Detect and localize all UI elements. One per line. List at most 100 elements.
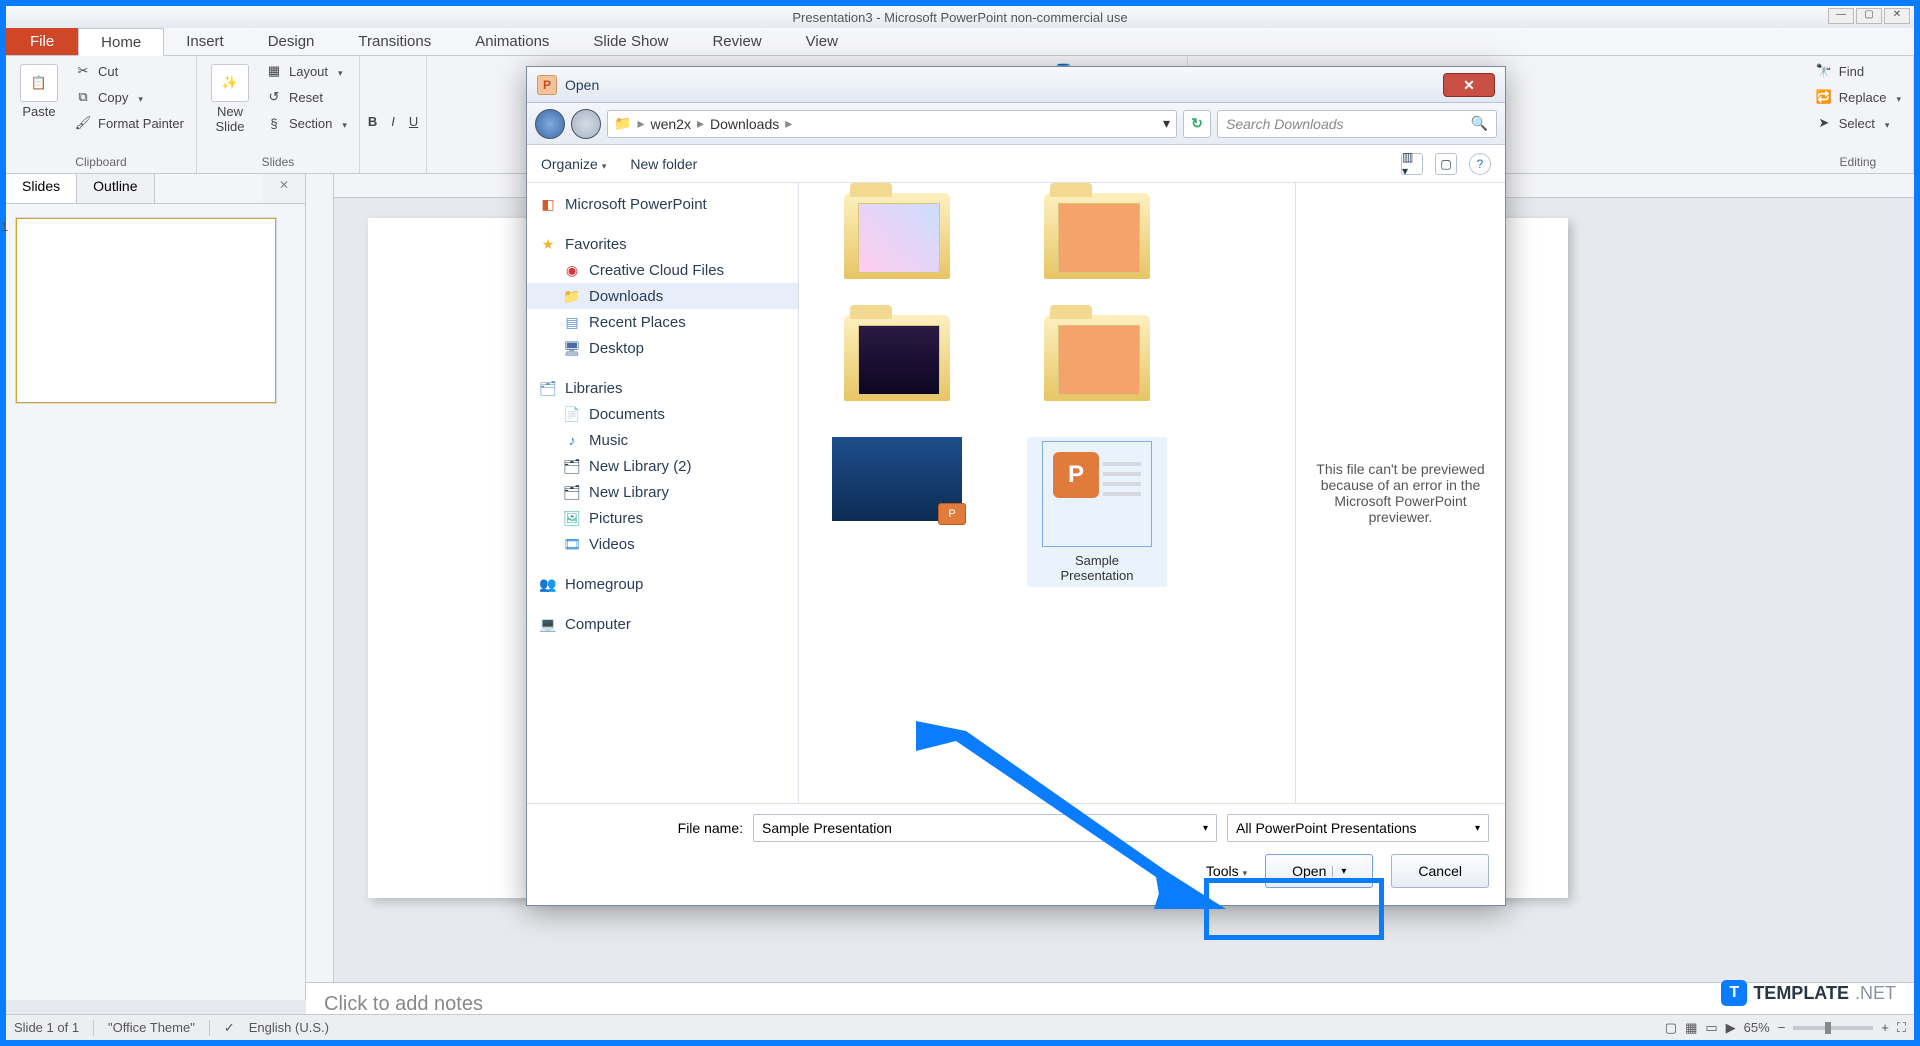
nav-forward-button[interactable] xyxy=(571,109,601,139)
breadcrumb-dropdown[interactable]: ▾ xyxy=(1163,115,1170,132)
window-minimize-button[interactable]: — xyxy=(1828,8,1854,24)
new-folder-button[interactable]: New folder xyxy=(630,156,697,172)
dialog-title: Open xyxy=(565,77,599,93)
cancel-button[interactable]: Cancel xyxy=(1391,854,1489,888)
cut-button[interactable]: ✂Cut xyxy=(70,60,188,82)
organize-button[interactable]: Organize xyxy=(541,156,606,172)
tree-desktop[interactable]: 🖥Desktop xyxy=(527,335,798,361)
scissors-icon: ✂ xyxy=(74,62,92,80)
section-label: Section xyxy=(289,116,332,131)
tree-favorites[interactable]: ★Favorites xyxy=(527,231,798,257)
folder-icon: 📁 xyxy=(563,287,581,305)
file-type-filter[interactable]: All PowerPoint Presentations ▾ xyxy=(1227,814,1489,842)
bold-button[interactable]: B xyxy=(368,114,377,129)
dialog-close-button[interactable]: ✕ xyxy=(1443,73,1495,97)
tree-new-library[interactable]: 🗂New Library xyxy=(527,479,798,505)
tab-animations[interactable]: Animations xyxy=(453,28,571,55)
tree-videos[interactable]: 🎞Videos xyxy=(527,531,798,557)
tab-slide-show[interactable]: Slide Show xyxy=(571,28,690,55)
outline-tab[interactable]: Outline xyxy=(77,174,154,203)
folder-item-1[interactable] xyxy=(827,193,967,279)
breadcrumb-seg-user[interactable]: wen2x xyxy=(650,116,690,132)
tree-pictures[interactable]: 🖼Pictures xyxy=(527,505,798,531)
select-button[interactable]: ➤Select xyxy=(1811,112,1905,134)
nav-back-button[interactable] xyxy=(535,109,565,139)
view-slideshow-icon[interactable]: ▶ xyxy=(1726,1020,1736,1036)
filename-value: Sample Presentation xyxy=(762,820,892,836)
view-normal-icon[interactable]: ▢ xyxy=(1665,1020,1677,1036)
window-maximize-button[interactable]: ▢ xyxy=(1856,8,1882,24)
tab-home[interactable]: Home xyxy=(78,28,164,56)
file-tab[interactable]: File xyxy=(6,28,78,55)
tab-design[interactable]: Design xyxy=(246,28,337,55)
status-language[interactable]: English (U.S.) xyxy=(249,1020,329,1035)
tree-pictures-label: Pictures xyxy=(589,510,643,527)
view-reading-icon[interactable]: ▭ xyxy=(1705,1020,1717,1036)
tree-ms-powerpoint[interactable]: ◧Microsoft PowerPoint xyxy=(527,191,798,217)
format-painter-button[interactable]: 🖌Format Painter xyxy=(70,112,188,134)
open-button[interactable]: Open ▾ xyxy=(1265,854,1373,888)
zoom-slider[interactable] xyxy=(1793,1026,1873,1030)
tree-homegroup[interactable]: 👥Homegroup xyxy=(527,571,798,597)
view-mode-button[interactable]: ▥ ▾ xyxy=(1401,153,1423,175)
folder-item-3[interactable] xyxy=(827,315,967,401)
ribbon-tabs: File Home Insert Design Transitions Anim… xyxy=(6,28,1914,56)
help-icon[interactable]: ? xyxy=(1469,153,1491,175)
spellcheck-icon[interactable]: ✓ xyxy=(224,1020,235,1036)
refresh-button[interactable]: ↻ xyxy=(1183,110,1211,138)
fit-to-window-button[interactable]: ⛶ xyxy=(1897,1020,1906,1036)
window-close-button[interactable]: ✕ xyxy=(1884,8,1910,24)
tree-music[interactable]: ♪Music xyxy=(527,427,798,453)
layout-button[interactable]: ▦Layout xyxy=(261,60,351,82)
filename-dropdown[interactable]: ▾ xyxy=(1203,823,1208,834)
underline-button[interactable]: U xyxy=(409,114,418,129)
tree-recent-places[interactable]: ▤Recent Places xyxy=(527,309,798,335)
tools-button[interactable]: Tools xyxy=(1206,863,1247,879)
tree-downloads-label: Downloads xyxy=(589,288,663,305)
filename-input[interactable]: Sample Presentation ▾ xyxy=(753,814,1217,842)
view-sorter-icon[interactable]: ▦ xyxy=(1685,1020,1697,1036)
close-panel-button[interactable]: ✕ xyxy=(263,174,305,203)
tree-new-library-2[interactable]: 🗂New Library (2) xyxy=(527,453,798,479)
tree-libraries[interactable]: 🗂 Libraries xyxy=(527,375,798,401)
tree-documents[interactable]: 📄Documents xyxy=(527,401,798,427)
open-split-dropdown[interactable]: ▾ xyxy=(1332,866,1346,877)
folder-icon: 📁 xyxy=(614,115,631,132)
tree-creative-cloud[interactable]: ◉Creative Cloud Files xyxy=(527,257,798,283)
slides-panel: Slides Outline ✕ 1 xyxy=(6,174,306,1000)
section-button[interactable]: §Section xyxy=(261,112,351,134)
tree-computer[interactable]: 💻Computer xyxy=(527,611,798,637)
tree-libraries-label: Libraries xyxy=(565,380,623,397)
search-input[interactable]: Search Downloads 🔍 xyxy=(1217,110,1497,138)
tree-downloads[interactable]: 📁 Downloads xyxy=(527,283,798,309)
libraries-icon: 🗂 xyxy=(539,379,557,397)
preview-pane-button[interactable]: ▢ xyxy=(1435,153,1457,175)
breadcrumb-seg-downloads[interactable]: Downloads xyxy=(710,116,779,132)
replace-button[interactable]: 🔁Replace xyxy=(1811,86,1905,108)
folder-item-4[interactable] xyxy=(1027,315,1167,401)
slide-thumbnail-1[interactable]: 1 xyxy=(16,218,276,403)
find-button[interactable]: 🔭Find xyxy=(1811,60,1905,82)
reset-button[interactable]: ↺Reset xyxy=(261,86,351,108)
zoom-in-button[interactable]: + xyxy=(1881,1020,1889,1035)
tab-transitions[interactable]: Transitions xyxy=(336,28,453,55)
status-theme: "Office Theme" xyxy=(108,1020,195,1035)
tab-view[interactable]: View xyxy=(784,28,860,55)
tab-insert[interactable]: Insert xyxy=(164,28,246,55)
paste-button[interactable]: 📋 Paste xyxy=(14,60,64,123)
new-slide-button[interactable]: ✨ New Slide xyxy=(205,60,255,138)
zoom-out-button[interactable]: − xyxy=(1778,1020,1786,1035)
file-list[interactable]: P P Sample Presentation xyxy=(799,183,1295,803)
folder-item-2[interactable] xyxy=(1027,193,1167,279)
copy-button[interactable]: ⧉Copy xyxy=(70,86,188,108)
tab-review[interactable]: Review xyxy=(690,28,783,55)
breadcrumb[interactable]: 📁 ▸ wen2x ▸ Downloads ▸ ▾ xyxy=(607,110,1177,138)
file-item-module[interactable]: P xyxy=(827,437,967,587)
powerpoint-file-icon: P xyxy=(1053,452,1099,498)
slides-group-label: Slides xyxy=(205,153,351,173)
file-item-sample-presentation[interactable]: P Sample Presentation xyxy=(1027,437,1167,587)
slides-tab[interactable]: Slides xyxy=(6,174,77,203)
italic-button[interactable]: I xyxy=(391,114,395,129)
zoom-level[interactable]: 65% xyxy=(1744,1020,1770,1035)
ribbon-group-clipboard: 📋 Paste ✂Cut ⧉Copy 🖌Format Painter Clipb… xyxy=(6,56,197,173)
